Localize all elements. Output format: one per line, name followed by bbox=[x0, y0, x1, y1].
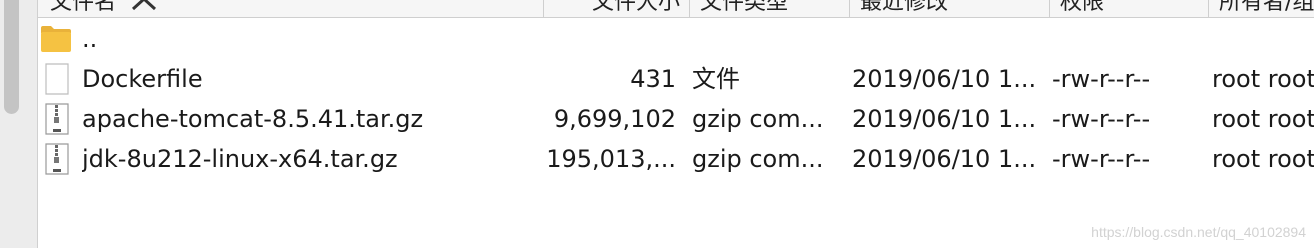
column-header-modified[interactable]: 最近修改 bbox=[860, 0, 948, 17]
file-modified: 2019/06/10 1... bbox=[852, 105, 1037, 133]
file-permissions: -rw-r--r-- bbox=[1052, 145, 1151, 173]
column-header-type[interactable]: 文件类型 bbox=[700, 0, 788, 17]
file-list: .. Dockerfile 431 文件 2019/06/10 1... -rw… bbox=[38, 18, 1314, 248]
file-owner: root root bbox=[1212, 65, 1314, 93]
column-divider[interactable] bbox=[543, 0, 544, 17]
file-modified: 2019/06/10 1... bbox=[852, 145, 1037, 173]
file-type: gzip com... bbox=[692, 145, 824, 173]
archive-icon bbox=[44, 103, 70, 135]
column-divider[interactable] bbox=[1208, 0, 1209, 17]
file-row-jdk[interactable]: jdk-8u212-linux-x64.tar.gz 195,013,... g… bbox=[38, 139, 1314, 179]
vertical-scrollbar-thumb[interactable] bbox=[4, 0, 19, 114]
column-divider[interactable] bbox=[1049, 0, 1050, 17]
column-header-name[interactable]: 文件名 bbox=[50, 0, 157, 17]
file-name: .. bbox=[82, 25, 98, 53]
left-panel-edge bbox=[0, 0, 38, 248]
file-row-apache-tomcat[interactable]: apache-tomcat-8.5.41.tar.gz 9,699,102 gz… bbox=[38, 99, 1314, 139]
archive-icon bbox=[44, 143, 70, 175]
file-row-parent-directory[interactable]: .. bbox=[38, 19, 1314, 59]
column-divider[interactable] bbox=[849, 0, 850, 17]
file-permissions: -rw-r--r-- bbox=[1052, 105, 1151, 133]
file-size: 9,699,102 bbox=[553, 105, 676, 133]
file-type: gzip com... bbox=[692, 105, 824, 133]
file-owner: root root bbox=[1212, 105, 1314, 133]
column-divider[interactable] bbox=[689, 0, 690, 17]
file-permissions: -rw-r--r-- bbox=[1052, 65, 1151, 93]
file-owner: root root bbox=[1212, 145, 1314, 173]
folder-icon bbox=[40, 24, 72, 54]
document-icon bbox=[44, 63, 70, 95]
file-modified: 2019/06/10 1... bbox=[852, 65, 1037, 93]
file-list-header: 文件名 文件大小 文件类型 最近修改 权限 所有者/组 bbox=[38, 0, 1314, 18]
column-header-permissions[interactable]: 权限 bbox=[1060, 0, 1104, 17]
file-name: Dockerfile bbox=[82, 65, 203, 93]
sort-chevron-icon[interactable] bbox=[131, 0, 157, 17]
watermark: https://blog.csdn.net/qq_40102894 bbox=[1091, 224, 1306, 240]
file-size: 431 bbox=[630, 65, 676, 93]
file-size: 195,013,... bbox=[546, 145, 676, 173]
file-name: jdk-8u212-linux-x64.tar.gz bbox=[82, 145, 398, 173]
file-row-dockerfile[interactable]: Dockerfile 431 文件 2019/06/10 1... -rw-r-… bbox=[38, 59, 1314, 99]
column-header-owner[interactable]: 所有者/组 bbox=[1219, 0, 1314, 17]
column-header-name-label: 文件名 bbox=[50, 0, 117, 15]
file-name: apache-tomcat-8.5.41.tar.gz bbox=[82, 105, 424, 133]
file-type: 文件 bbox=[692, 65, 740, 93]
column-header-size[interactable]: 文件大小 bbox=[592, 0, 680, 17]
